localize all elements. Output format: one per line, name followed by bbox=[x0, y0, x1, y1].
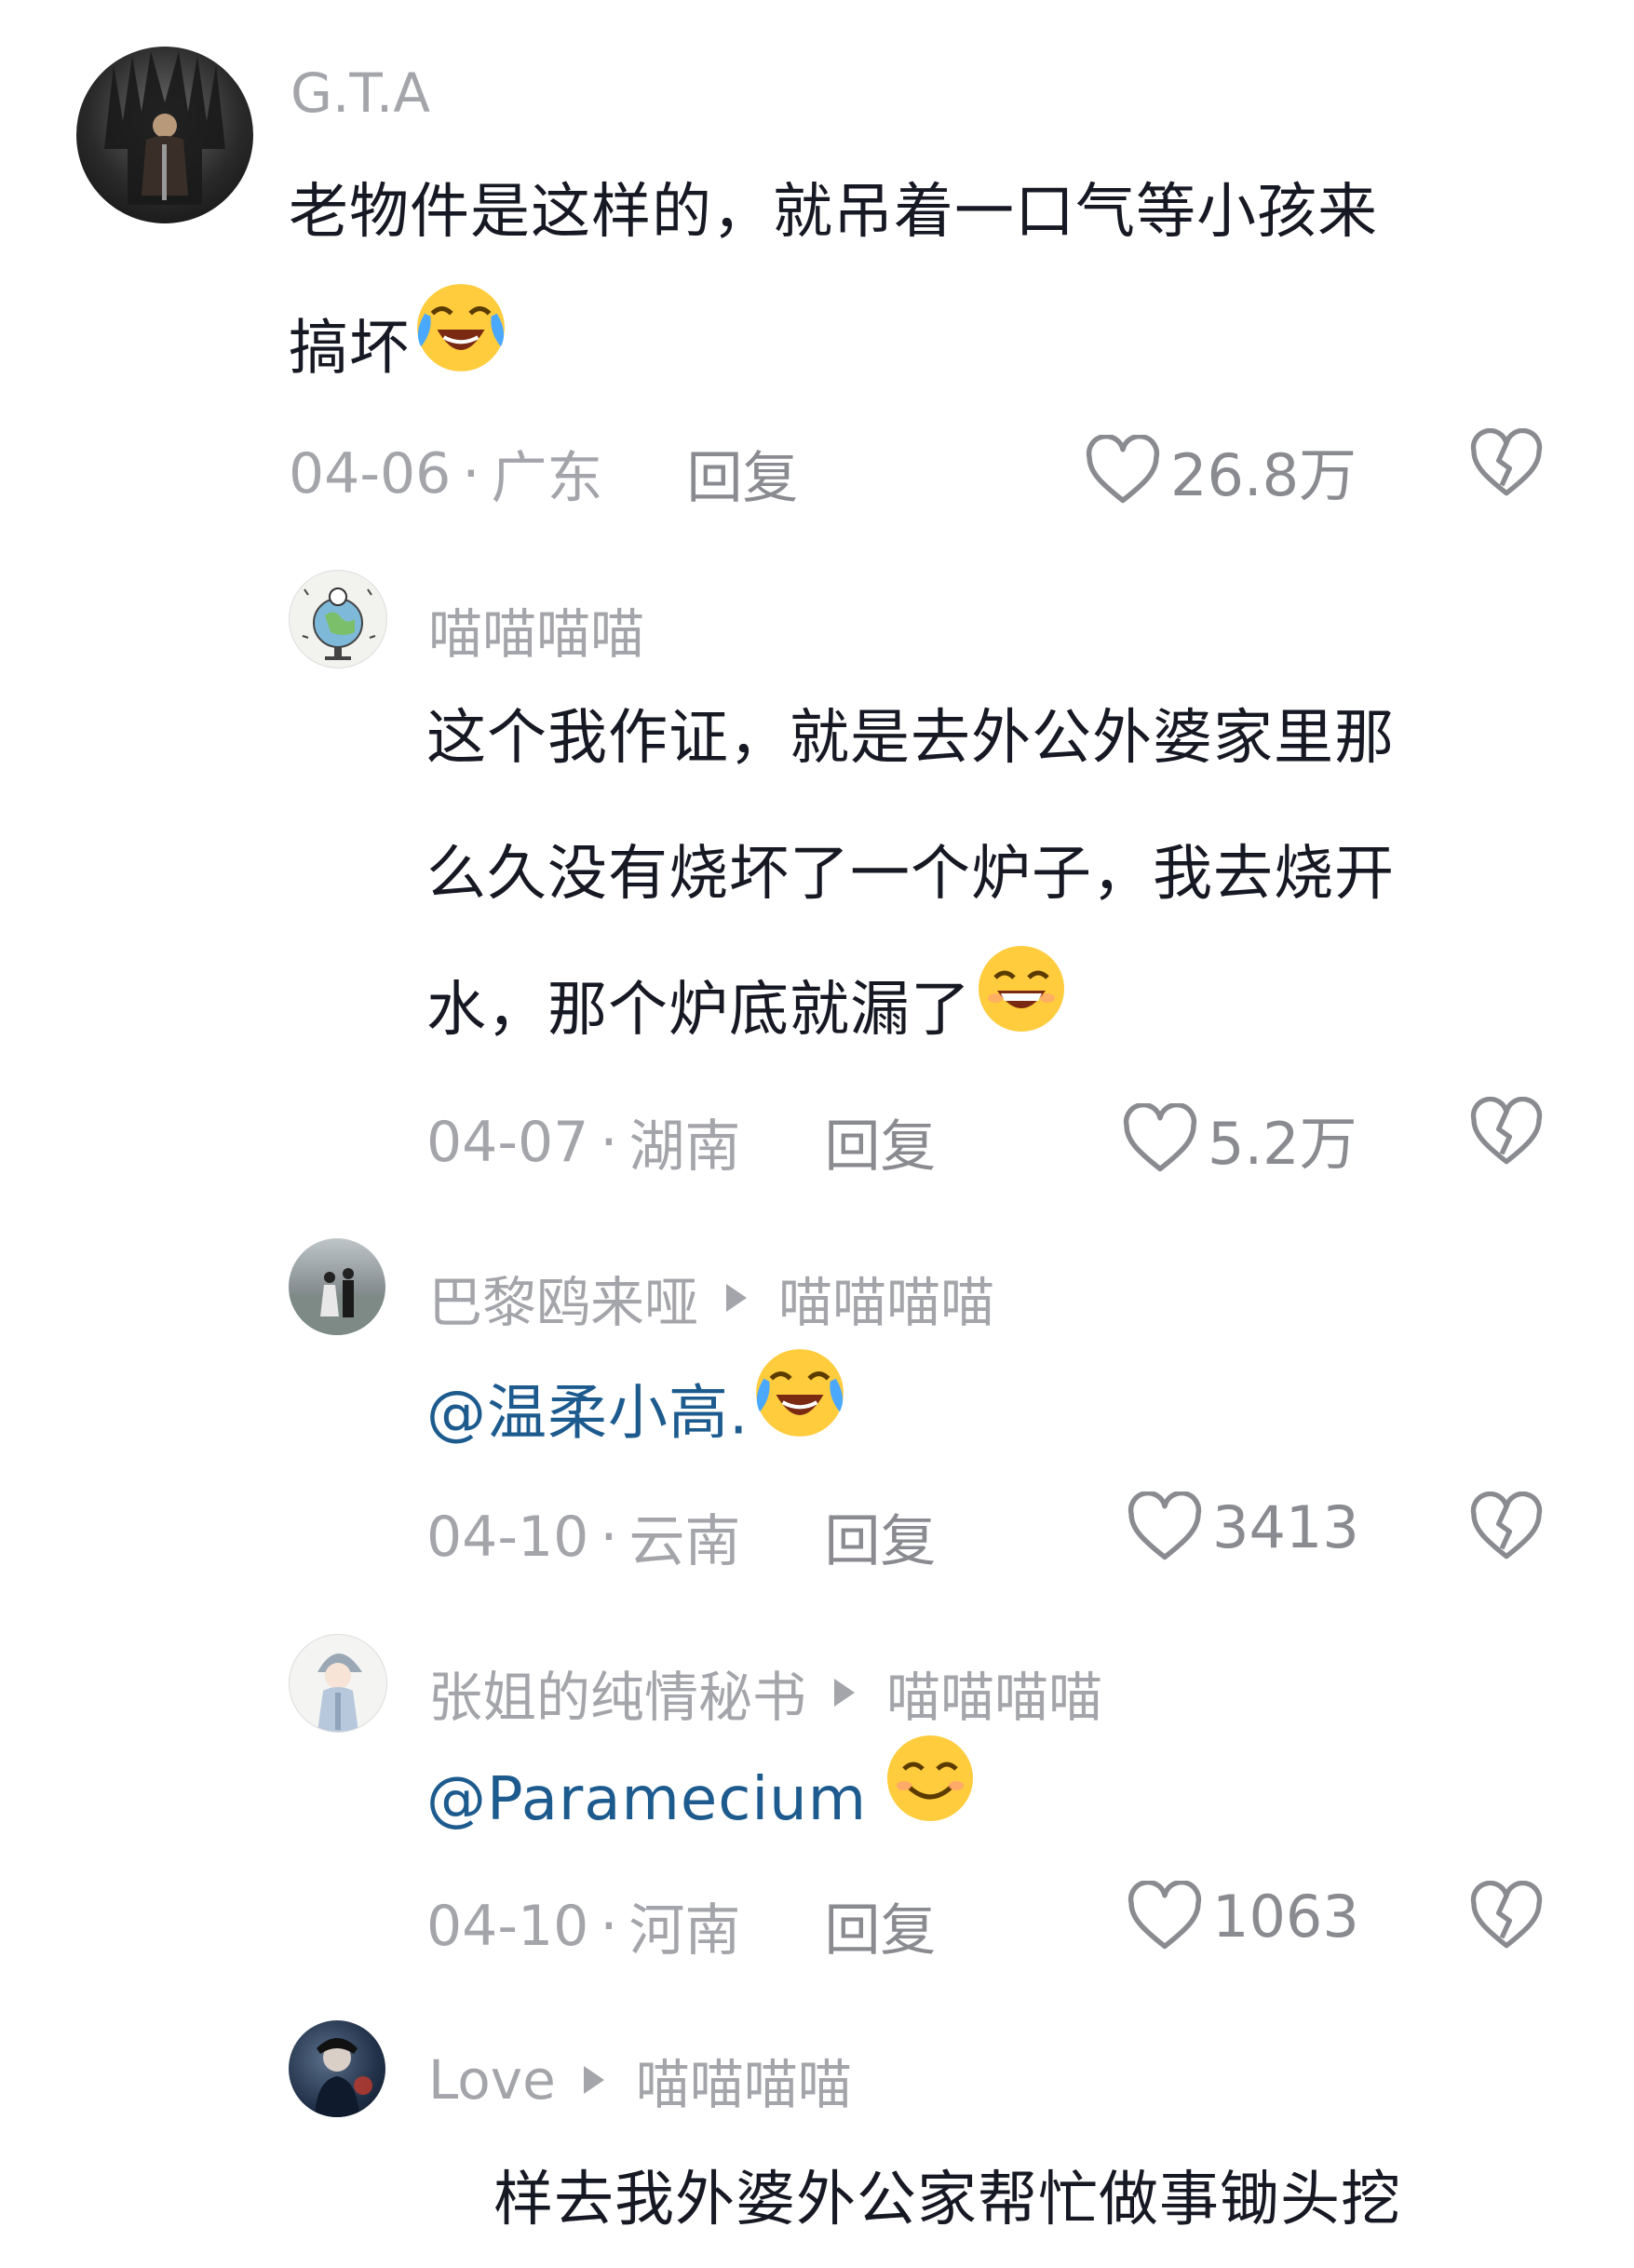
reply-header: 张姐的纯情秘书 喵喵喵喵 bbox=[428, 1654, 1102, 1732]
comment-meta: 04-10 · 河南 回复 bbox=[426, 1885, 936, 1966]
triangle-right-icon bbox=[834, 1679, 856, 1707]
like-count: 1063 bbox=[1212, 1882, 1359, 1951]
avatar[interactable] bbox=[289, 2020, 385, 2117]
like-count: 5.2万 bbox=[1208, 1110, 1357, 1178]
like-button[interactable]: 26.8万 bbox=[1085, 428, 1357, 512]
reply-to-username[interactable]: 喵喵喵喵 bbox=[636, 2041, 852, 2119]
comment-text: 样去我外婆外公家帮忙做事锄头挖 bbox=[493, 2132, 1401, 2268]
reply-header: Love 喵喵喵喵 bbox=[428, 2041, 852, 2119]
comment-date: 04-07 bbox=[426, 1109, 589, 1175]
heart-outline-icon bbox=[1123, 1103, 1197, 1172]
meta-separator: · bbox=[600, 1109, 618, 1175]
globe-avatar-image bbox=[302, 587, 376, 660]
username-text[interactable]: Love bbox=[428, 2048, 556, 2112]
broken-heart-icon bbox=[1470, 1880, 1543, 1949]
username-text[interactable]: G.T.A bbox=[290, 61, 430, 125]
triangle-right-icon bbox=[583, 2066, 604, 2094]
username-text[interactable]: 喵喵喵喵 bbox=[428, 590, 644, 668]
reply-header: 巴黎鸥来哑 喵喵喵喵 bbox=[428, 1259, 994, 1337]
like-button[interactable]: 5.2万 bbox=[1122, 1097, 1357, 1181]
couple-avatar-image bbox=[289, 1268, 385, 1335]
broken-heart-icon bbox=[1470, 1491, 1543, 1559]
mention-link[interactable]: @Paramecium bbox=[426, 1765, 867, 1834]
heart-outline-icon bbox=[1128, 1492, 1202, 1560]
anime-girl-avatar-image bbox=[317, 1654, 362, 1732]
comment-meta: 04-07 · 湖南 回复 bbox=[426, 1101, 936, 1182]
dark-portrait-avatar-image bbox=[315, 2038, 372, 2117]
like-button[interactable]: 3413 bbox=[1127, 1492, 1359, 1562]
meta-separator: · bbox=[600, 1504, 618, 1570]
comment-text-line: 这个我作证，就是去外公外婆家里那 bbox=[426, 704, 1395, 773]
like-count: 26.8万 bbox=[1170, 441, 1357, 509]
comment-location: 云南 bbox=[628, 1509, 741, 1574]
dislike-button[interactable] bbox=[1469, 427, 1544, 503]
dislike-button[interactable] bbox=[1469, 1491, 1544, 1566]
laughing-crying-emoji-icon bbox=[752, 1345, 847, 1489]
avatar[interactable] bbox=[76, 47, 253, 223]
comment-location: 湖南 bbox=[628, 1114, 741, 1180]
username-text[interactable]: 巴黎鸥来哑 bbox=[428, 1259, 698, 1337]
heart-outline-icon bbox=[1128, 1881, 1202, 1950]
reply-to-username[interactable]: 喵喵喵喵 bbox=[778, 1259, 994, 1337]
reply-button[interactable]: 回复 bbox=[686, 433, 798, 514]
comment-text-fragment: 水，那个炉底就漏了 bbox=[426, 976, 971, 1045]
comment-text-line: 搞坏 bbox=[289, 280, 1573, 424]
comment-text: @温柔小高. bbox=[426, 1345, 847, 1489]
comment-location: 广东 bbox=[491, 446, 603, 511]
comment-text-line: 老物件是这样的，就吊着一口气等小孩来 bbox=[289, 178, 1378, 247]
meta-separator: · bbox=[462, 440, 480, 506]
comment-text-line: 么久没有烧坏了一个炉子，我去烧开 bbox=[426, 840, 1395, 909]
dislike-button[interactable] bbox=[1469, 1096, 1544, 1171]
like-button[interactable]: 1063 bbox=[1127, 1881, 1359, 1951]
mention-link[interactable]: @温柔小高. bbox=[426, 1380, 749, 1449]
broken-heart-icon bbox=[1470, 1096, 1543, 1165]
username-text[interactable]: 张姐的纯情秘书 bbox=[428, 1654, 806, 1732]
avatar[interactable] bbox=[289, 570, 387, 668]
smiling-emoji-icon bbox=[884, 1732, 977, 1873]
broken-heart-icon bbox=[1470, 427, 1543, 496]
like-count: 3413 bbox=[1212, 1492, 1359, 1561]
comment-meta: 04-06 · 广东 回复 bbox=[289, 433, 798, 514]
comment-date: 04-10 bbox=[426, 1504, 589, 1570]
comment-date: 04-10 bbox=[426, 1893, 589, 1959]
reply-button[interactable]: 回复 bbox=[824, 1496, 936, 1577]
laughing-crying-emoji-icon bbox=[413, 280, 508, 424]
comment-text: @Paramecium bbox=[426, 1732, 977, 1873]
reply-button[interactable]: 回复 bbox=[824, 1885, 936, 1966]
dislike-button[interactable] bbox=[1469, 1880, 1544, 1955]
avatar[interactable] bbox=[289, 1634, 387, 1733]
throne-avatar-image bbox=[104, 51, 225, 205]
username[interactable]: 喵喵喵喵 bbox=[428, 590, 644, 668]
comment-meta: 04-10 · 云南 回复 bbox=[426, 1496, 936, 1577]
avatar[interactable] bbox=[289, 1238, 385, 1335]
comment-date: 04-06 bbox=[289, 440, 452, 506]
comment-text-line: 水，那个炉底就漏了 bbox=[426, 942, 1600, 1084]
reply-button[interactable]: 回复 bbox=[824, 1101, 936, 1182]
comment-text: 这个我作证，就是去外公外婆家里那 么久没有烧坏了一个炉子，我去烧开 水，那个炉底… bbox=[426, 670, 1600, 1084]
meta-separator: · bbox=[600, 1893, 618, 1959]
comment-location: 河南 bbox=[628, 1898, 741, 1964]
heart-outline-icon bbox=[1086, 435, 1160, 504]
triangle-right-icon bbox=[726, 1284, 748, 1312]
reply-to-username[interactable]: 喵喵喵喵 bbox=[886, 1654, 1102, 1732]
comment-text-fragment: 样去我外婆外公家帮忙做事锄头挖 bbox=[493, 2166, 1401, 2234]
grinning-emoji-icon bbox=[975, 942, 1068, 1084]
username[interactable]: G.T.A bbox=[290, 61, 430, 125]
comment-text-fragment: 搞坏 bbox=[289, 314, 410, 384]
comment-text: 老物件是这样的，就吊着一口气等小孩来 搞坏 bbox=[289, 144, 1573, 424]
